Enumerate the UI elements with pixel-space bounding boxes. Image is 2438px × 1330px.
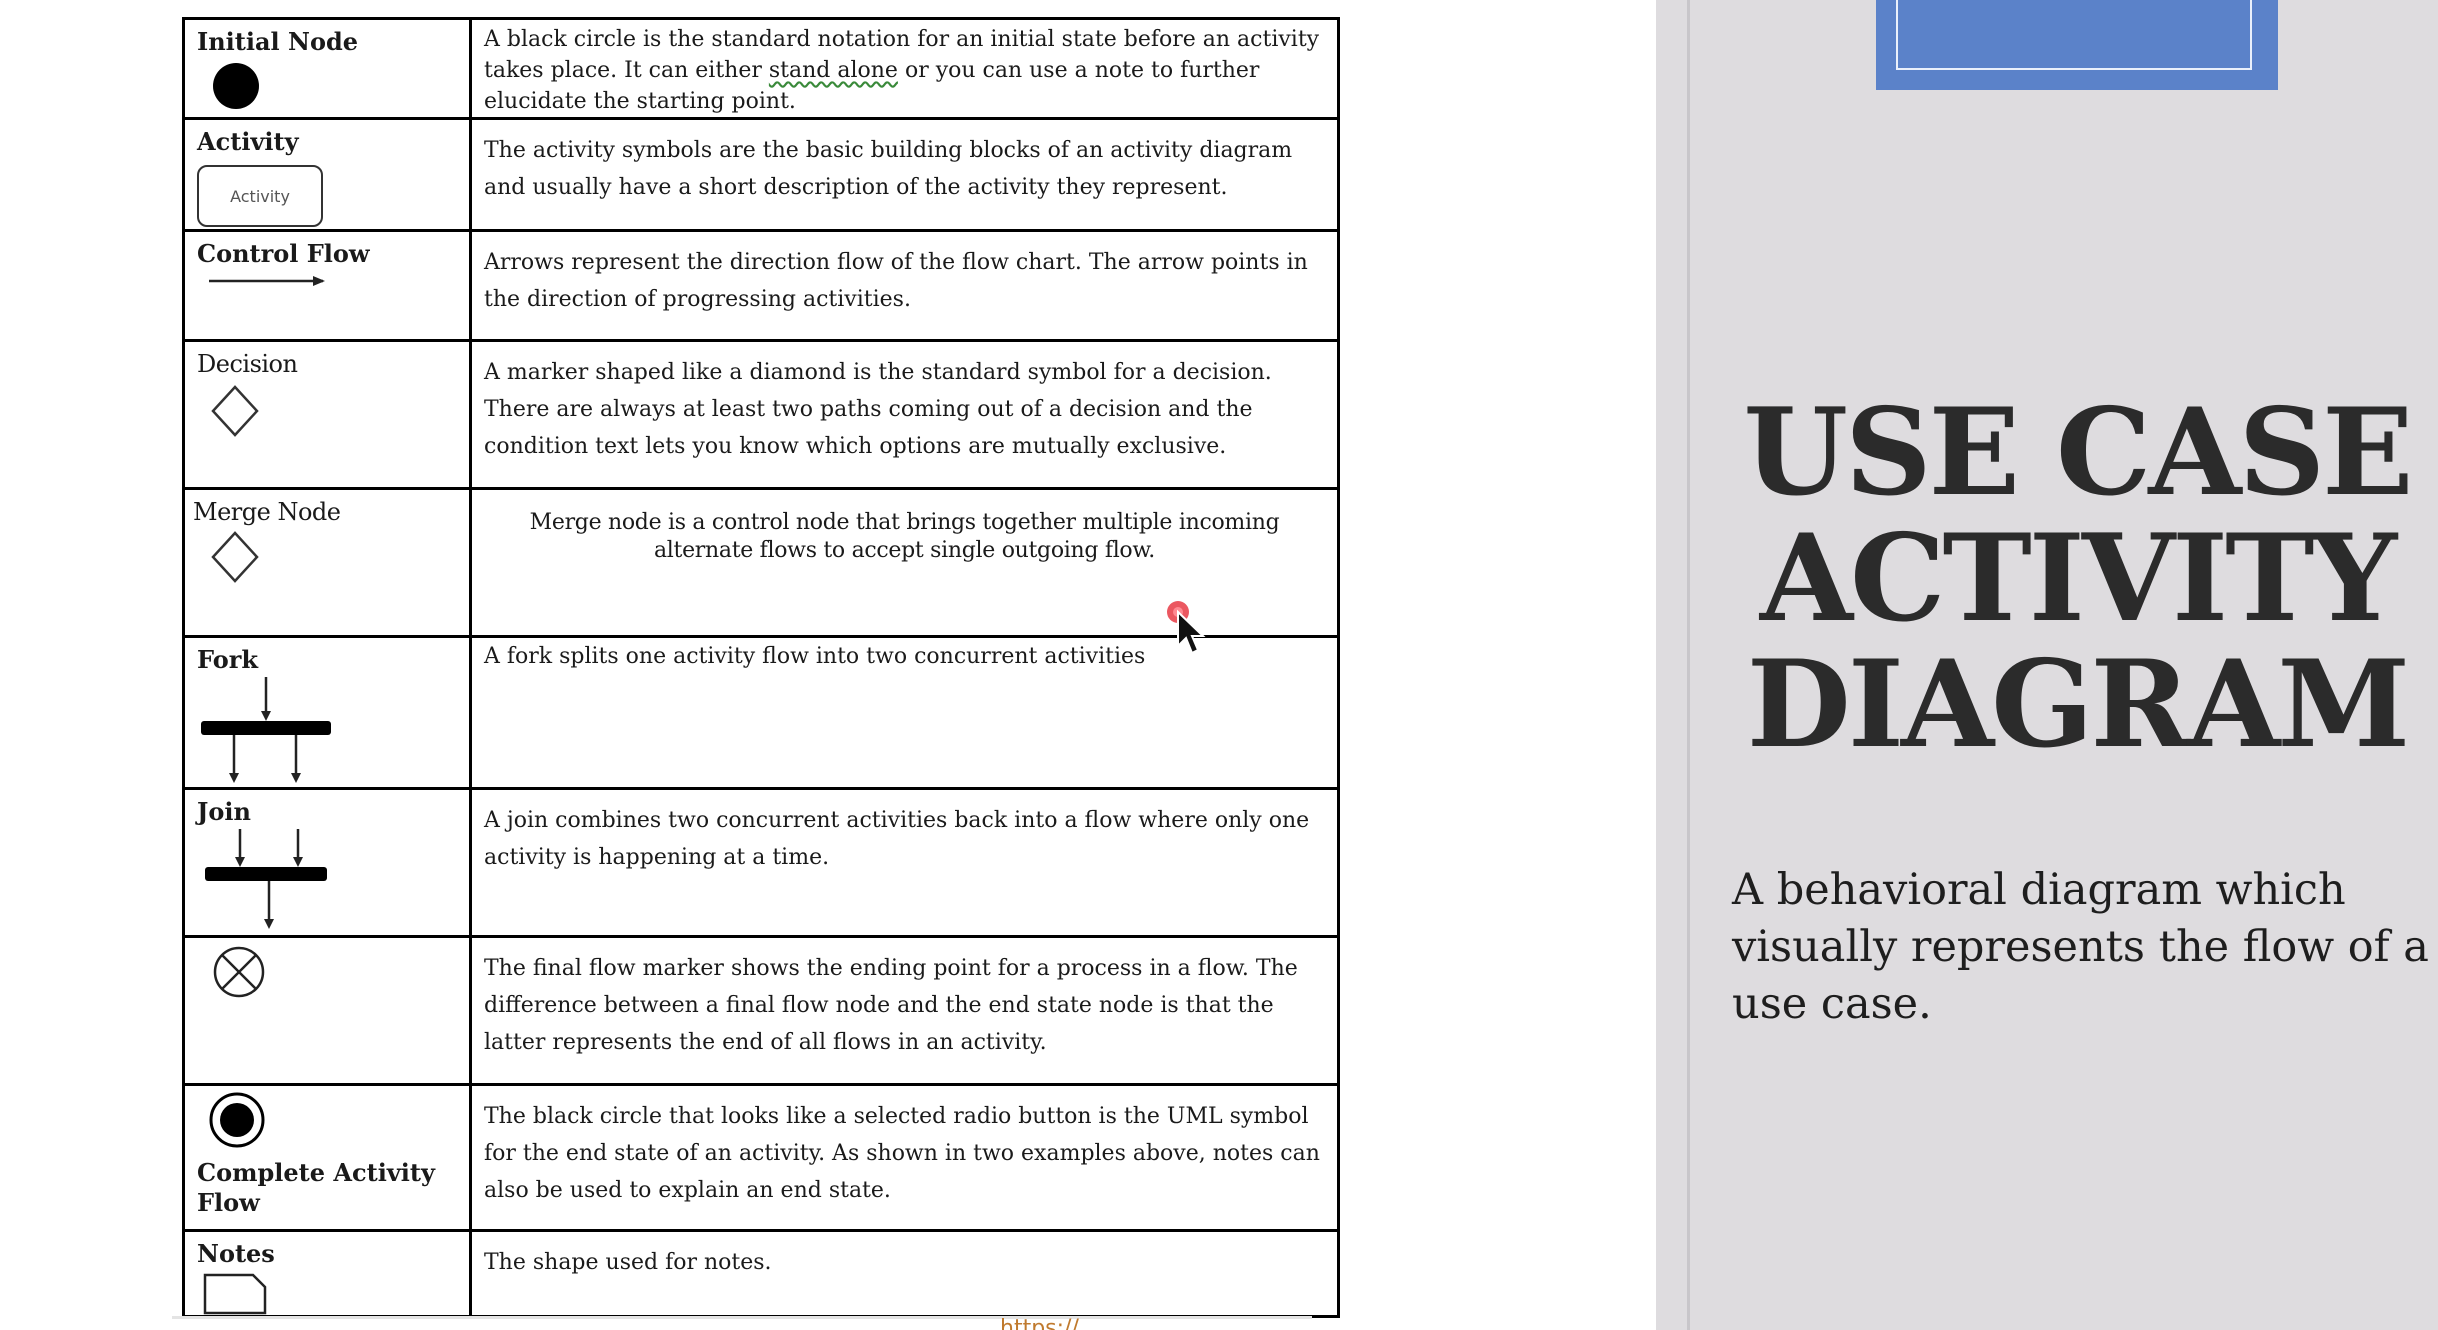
- symbol-name: Complete Activity Flow: [197, 1158, 435, 1217]
- symbol-name: Control Flow: [197, 239, 370, 268]
- document-page: Initial Node A black circle is the stand…: [0, 0, 1656, 1330]
- spellcheck-underlined-text[interactable]: stand alone: [769, 58, 898, 83]
- symbol-name: Merge Node: [193, 498, 341, 526]
- symbol-name: Join: [197, 797, 251, 826]
- fork-bar-icon: [201, 677, 331, 783]
- table-row: Join A join combines two concurrent acti…: [182, 787, 1340, 938]
- diamond-icon: [211, 385, 259, 437]
- join-bar-icon: [205, 829, 327, 929]
- note-icon: [203, 1273, 267, 1315]
- table-row: Notes The shape used for notes.: [182, 1229, 1340, 1318]
- filled-circle-icon: [213, 63, 259, 109]
- bullseye-icon: [209, 1092, 265, 1148]
- symbol-name: Fork: [197, 645, 259, 674]
- symbol-cell: Complete Activity Flow: [182, 1083, 472, 1232]
- accent-rectangle-inner-border: [1896, 0, 2252, 70]
- symbol-table: Initial Node A black circle is the stand…: [182, 17, 1340, 1318]
- symbol-description: A black circle is the standard notation …: [469, 17, 1340, 120]
- symbol-description: The final flow marker shows the ending p…: [469, 935, 1340, 1086]
- symbol-description: Merge node is a control node that brings…: [469, 487, 1340, 638]
- table-row: Activity Activity The activity symbols a…: [182, 117, 1340, 232]
- activity-rounded-rect-icon: Activity: [197, 165, 323, 227]
- circle-x-icon: [213, 946, 265, 998]
- symbol-description: The shape used for notes.: [469, 1229, 1340, 1318]
- symbol-cell: Control Flow: [182, 229, 472, 342]
- symbol-cell: Merge Node: [182, 487, 472, 638]
- slide-divider: [1687, 0, 1690, 1330]
- mouse-cursor-icon: [1167, 601, 1206, 655]
- symbol-cell: [182, 935, 472, 1086]
- symbol-name: Activity: [197, 127, 299, 156]
- slide-title: USE CASE ACTIVITY DIAGRAM: [1743, 382, 2413, 775]
- symbol-cell: Notes: [182, 1229, 472, 1318]
- slide-accent-rectangle[interactable]: [1876, 0, 2278, 90]
- symbol-cell: Initial Node: [182, 17, 472, 120]
- symbol-cell: Activity Activity: [182, 117, 472, 232]
- page-bottom-line: [172, 1316, 1312, 1319]
- symbol-cell: Join: [182, 787, 472, 938]
- symbol-name: Notes: [197, 1239, 275, 1268]
- table-row: The final flow marker shows the ending p…: [182, 935, 1340, 1086]
- symbol-description: The activity symbols are the basic build…: [469, 117, 1340, 232]
- symbol-description: The black circle that looks like a selec…: [469, 1083, 1340, 1232]
- slide-panel: USE CASE ACTIVITY DIAGRAM A behavioral d…: [1656, 0, 2438, 1330]
- symbol-cell: Fork: [182, 635, 472, 790]
- symbol-description: A marker shaped like a diamond is the st…: [469, 339, 1340, 490]
- arrow-right-icon: [209, 276, 325, 286]
- table-row: Fork A fork splits one activity flow int…: [182, 635, 1340, 790]
- footer-url[interactable]: https://...: [1000, 1318, 1100, 1330]
- table-row: Complete Activity Flow The black circle …: [182, 1083, 1340, 1232]
- symbol-description: Arrows represent the direction flow of t…: [469, 229, 1340, 342]
- symbol-name: Initial Node: [197, 27, 359, 56]
- symbol-name: Decision: [197, 350, 298, 378]
- slide-subtitle: A behavioral diagram which visually repr…: [1732, 865, 2429, 1029]
- symbol-cell: Decision: [182, 339, 472, 490]
- table-row: Initial Node A black circle is the stand…: [182, 17, 1340, 120]
- diamond-icon: [211, 531, 259, 583]
- symbol-description: A join combines two concurrent activitie…: [469, 787, 1340, 938]
- symbol-description: A fork splits one activity flow into two…: [469, 635, 1340, 790]
- table-row: Decision A marker shaped like a diamond …: [182, 339, 1340, 490]
- table-row: Control Flow Arrows represent the direct…: [182, 229, 1340, 342]
